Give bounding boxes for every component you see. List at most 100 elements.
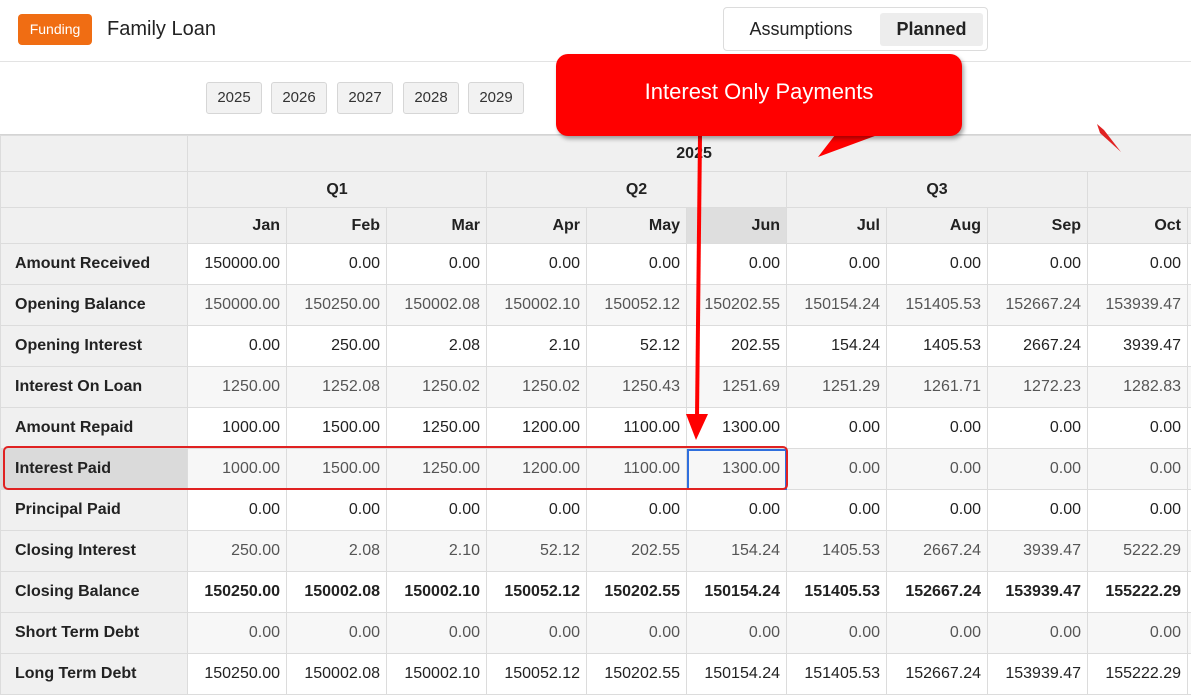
grid-cell[interactable]: 1250.00 [386,448,487,490]
funding-badge[interactable]: Funding [18,14,92,45]
grid-cell[interactable]: 0.00 [886,489,988,531]
grid-cell[interactable]: 150002.10 [386,571,487,613]
grid-cell[interactable]: 1000.00 [187,407,287,449]
grid-cell[interactable]: 0.00 [987,448,1088,490]
grid-cell[interactable]: 1282.83 [1087,366,1188,408]
grid-cell[interactable]: 0.00 [486,489,587,531]
grid-cell[interactable]: 0.00 [987,243,1088,285]
grid-cell[interactable]: 0.00 [987,407,1088,449]
grid-cell[interactable]: 2.08 [286,530,387,572]
grid-cell[interactable]: 3939.47 [987,530,1088,572]
grid-cell[interactable]: 1100.00 [586,448,687,490]
grid-cell[interactable]: 150002.08 [286,571,387,613]
grid-cell[interactable]: 151405.53 [786,571,887,613]
grid-cell[interactable]: 5222.29 [1087,530,1188,572]
grid-cell[interactable]: 2.10 [486,325,587,367]
grid-cell[interactable]: 0.00 [686,612,787,654]
year-button-2027[interactable]: 2027 [337,82,393,114]
grid-cell[interactable]: 153939.47 [987,571,1088,613]
grid-cell[interactable]: 0.00 [1087,612,1188,654]
grid-cell[interactable]: 0.00 [486,612,587,654]
grid-cell[interactable]: 1252.08 [286,366,387,408]
grid-cell[interactable]: 250.00 [187,530,287,572]
grid-cell[interactable]: 1500.00 [286,407,387,449]
grid-cell[interactable]: 150000.00 [187,243,287,285]
grid-cell[interactable]: 152667.24 [987,284,1088,326]
grid-cell[interactable]: 0.00 [286,612,387,654]
grid-cell[interactable]: 0.00 [187,489,287,531]
grid-cell[interactable]: 0.00 [987,489,1088,531]
grid-cell[interactable]: 150002.10 [486,284,587,326]
tab-assumptions[interactable]: Assumptions [730,13,872,46]
grid-cell[interactable]: 0.00 [886,612,988,654]
grid-cell[interactable]: 150250.00 [286,284,387,326]
grid-cell[interactable]: 0.00 [786,612,887,654]
grid-cell[interactable]: 1200.00 [486,407,587,449]
grid-cell[interactable]: 1250.02 [486,366,587,408]
grid-cell[interactable]: 0.00 [987,612,1088,654]
grid-cell[interactable]: 0.00 [886,448,988,490]
grid-cell[interactable]: 1405.53 [886,325,988,367]
grid-cell[interactable]: 0.00 [386,489,487,531]
grid-cell[interactable]: 150002.10 [386,653,487,695]
grid-cell[interactable]: 1251.69 [686,366,787,408]
grid-cell[interactable]: 0.00 [786,243,887,285]
grid-cell[interactable]: 150154.24 [686,653,787,695]
grid-cell[interactable]: 150202.55 [686,284,787,326]
grid-cell[interactable]: 150002.08 [286,653,387,695]
grid-cell[interactable]: 150002.08 [386,284,487,326]
grid-cell[interactable]: 155222.29 [1087,653,1188,695]
grid-cell[interactable]: 155222.29 [1087,571,1188,613]
tab-planned[interactable]: Planned [880,13,983,46]
grid-cell[interactable]: 0.00 [187,325,287,367]
grid-cell[interactable]: 0.00 [1087,243,1188,285]
grid-cell[interactable]: 154.24 [786,325,887,367]
grid-cell[interactable]: 1100.00 [586,407,687,449]
grid-cell[interactable]: 0.00 [886,407,988,449]
grid-cell[interactable]: 0.00 [786,448,887,490]
grid-cell[interactable]: 151405.53 [886,284,988,326]
grid-cell[interactable]: 2667.24 [886,530,988,572]
grid-cell[interactable]: 153939.47 [987,653,1088,695]
grid-cell[interactable]: 0.00 [1087,489,1188,531]
grid-cell[interactable]: 0.00 [586,243,687,285]
grid-cell[interactable]: 0.00 [786,407,887,449]
grid-cell[interactable]: 1250.00 [187,366,287,408]
grid-cell[interactable]: 250.00 [286,325,387,367]
grid-cell[interactable]: 150154.24 [686,571,787,613]
grid-cell[interactable]: 52.12 [486,530,587,572]
grid-cell[interactable]: 0.00 [886,243,988,285]
year-button-2025[interactable]: 2025 [206,82,262,114]
grid-cell[interactable]: 0.00 [286,243,387,285]
grid-cell[interactable]: 1272.23 [987,366,1088,408]
grid-cell[interactable]: 1405.53 [786,530,887,572]
grid-cell[interactable]: 1300.00 [686,407,787,449]
grid-cell[interactable]: 0.00 [686,243,787,285]
grid-cell[interactable]: 150250.00 [187,653,287,695]
grid-cell[interactable]: 52.12 [586,325,687,367]
year-button-2028[interactable]: 2028 [403,82,459,114]
grid-cell[interactable]: 150000.00 [187,284,287,326]
grid-cell[interactable]: 0.00 [586,612,687,654]
grid-cell[interactable]: 152667.24 [886,571,988,613]
grid-cell[interactable]: 0.00 [1087,407,1188,449]
grid-cell[interactable]: 1300.00 [686,448,787,490]
grid-cell[interactable]: 150052.12 [486,571,587,613]
grid-cell[interactable]: 0.00 [187,612,287,654]
grid-cell[interactable]: 150154.24 [786,284,887,326]
grid-cell[interactable]: 0.00 [786,489,887,531]
grid-cell[interactable]: 150052.12 [486,653,587,695]
grid-cell[interactable]: 151405.53 [786,653,887,695]
grid-cell[interactable]: 150202.55 [586,653,687,695]
grid-cell[interactable]: 3939.47 [1087,325,1188,367]
grid-cell[interactable]: 1500.00 [286,448,387,490]
year-button-2029[interactable]: 2029 [468,82,524,114]
grid-cell[interactable]: 1250.00 [386,407,487,449]
grid-cell[interactable]: 0.00 [1087,448,1188,490]
grid-cell[interactable]: 153939.47 [1087,284,1188,326]
grid-cell[interactable]: 152667.24 [886,653,988,695]
grid-cell[interactable]: 1251.29 [786,366,887,408]
grid-cell[interactable]: 2.10 [386,530,487,572]
grid-cell[interactable]: 1200.00 [486,448,587,490]
grid-cell[interactable]: 1000.00 [187,448,287,490]
